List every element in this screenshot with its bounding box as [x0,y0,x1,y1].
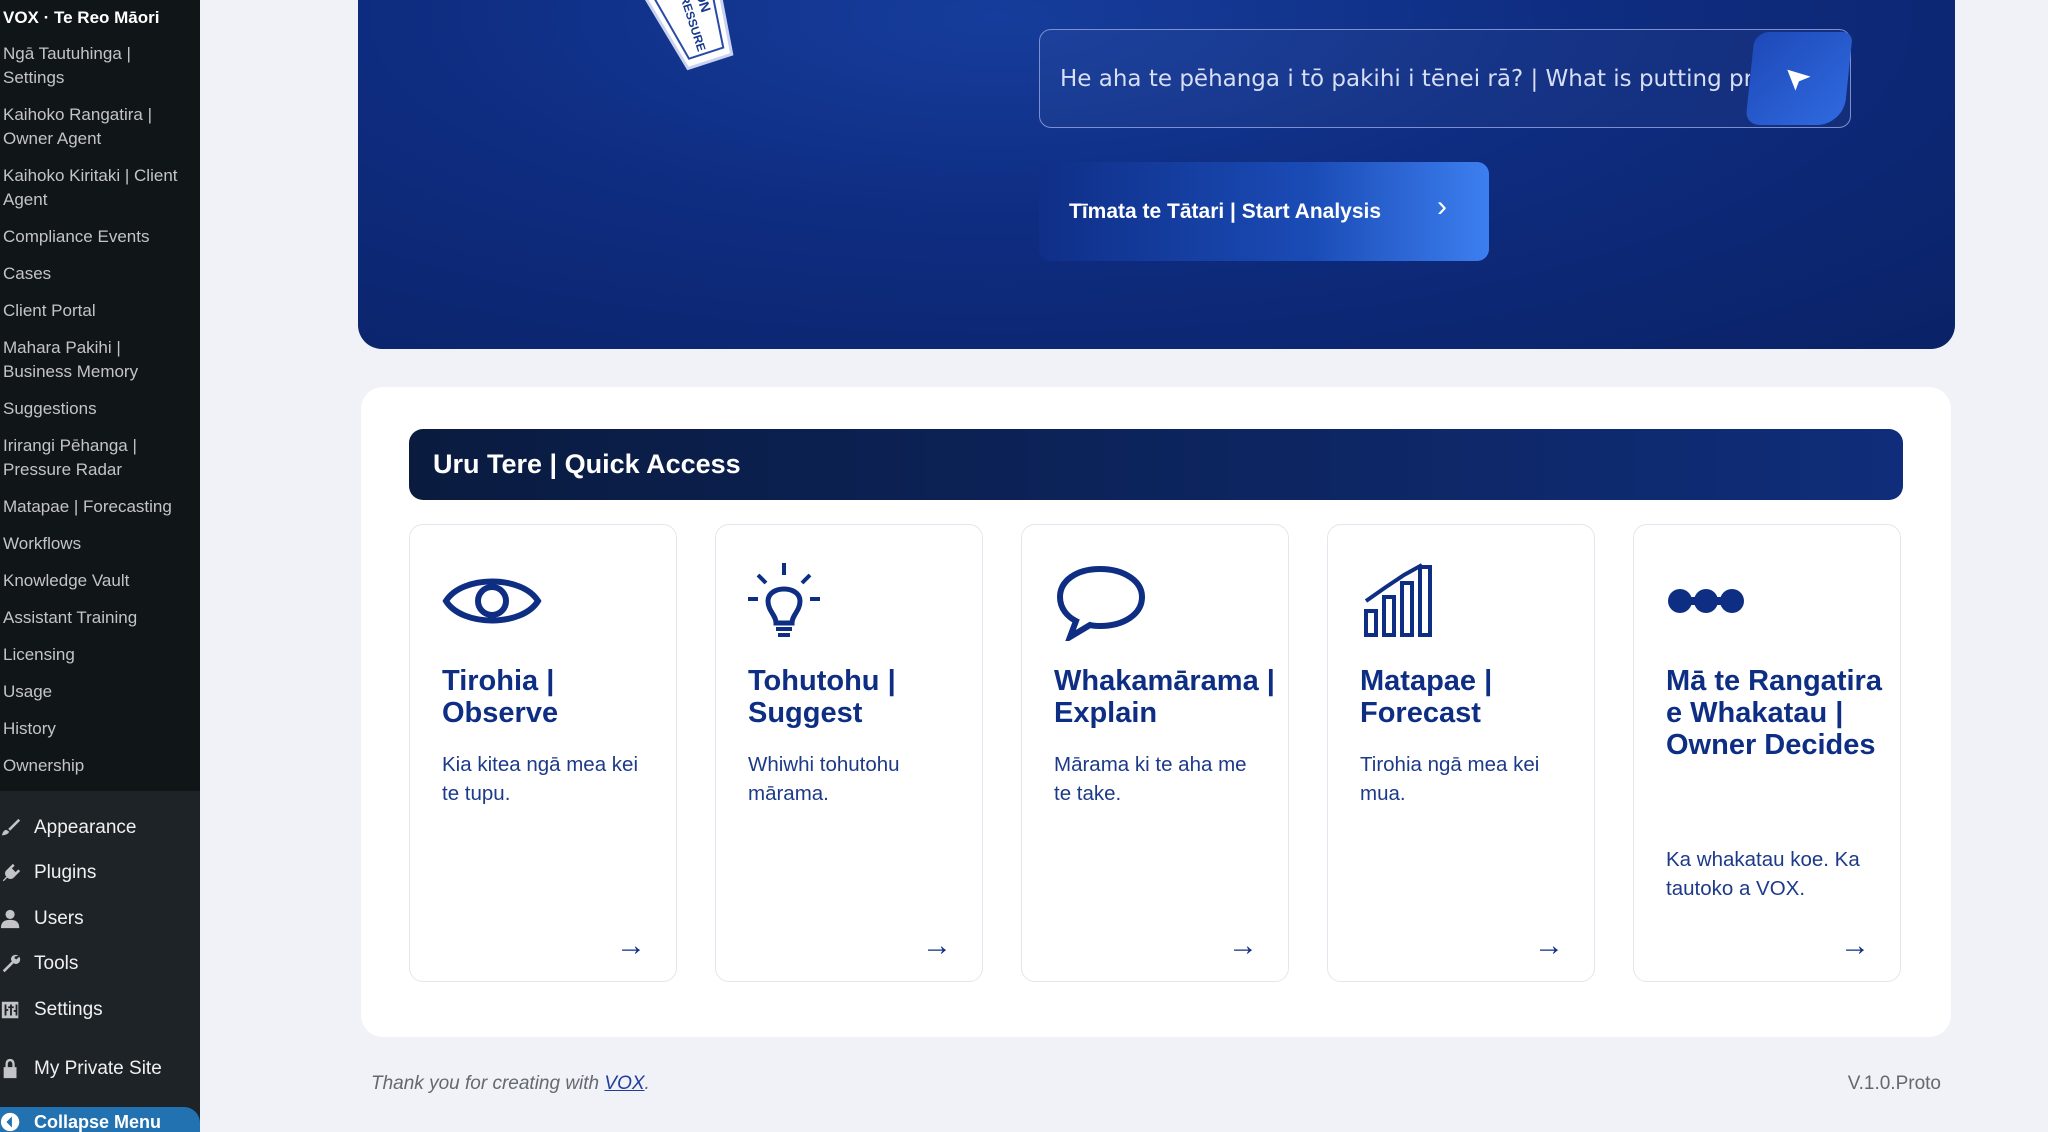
admin-sidebar: VOX · Te Reo Māori Ngā Tautuhinga | Sett… [0,0,200,1132]
card-observe[interactable]: Tirohia | Observe Kia kitea ngā mea kei … [409,524,677,982]
sidebar-item-business-memory[interactable]: Mahara Pakihi | Business Memory [0,330,200,391]
sidebar-item-knowledge-vault[interactable]: Knowledge Vault [0,563,200,600]
card-title: Tohutohu | Suggest [748,665,896,729]
lock-icon [0,1058,34,1080]
arrow-right-icon[interactable]: → [1534,929,1564,963]
paintbrush-icon [0,817,34,839]
pressure-prompt-box [1039,29,1853,128]
sidebar-item-pressure-radar[interactable]: Irirangi Pēhanga | Pressure Radar [0,428,200,489]
sidebar-item-compliance-events[interactable]: Compliance Events [0,219,200,256]
menu-users-label: Users [34,907,84,929]
card-explain[interactable]: Whakamārama | Explain Mārama ki te aha m… [1021,524,1289,982]
settings-sliders-icon [0,999,34,1021]
menu-settings[interactable]: Settings [0,987,200,1033]
arrow-right-icon[interactable]: → [616,929,646,963]
card-title: Whakamārama | Explain [1054,665,1275,729]
card-description: Mārama ki te aha me te take. [1054,753,1247,805]
card-description: Tirohia ngā mea kei mua. [1360,753,1540,805]
hero-banner: NION R PRESSURE Tīmata te Tātari | Start… [358,0,1955,349]
sidebar-item-usage[interactable]: Usage [0,674,200,711]
card-description: Ka whakatau koe. Ka tautoko a VOX. [1666,848,1860,900]
card-owner-decides[interactable]: Mā te Rangatira e Whakatau | Owner Decid… [1633,524,1901,982]
user-icon [0,908,34,930]
card-title: Tirohia | Observe [442,665,559,729]
card-suggest[interactable]: Tohutohu | Suggest Whiwhi tohutohu māram… [715,524,983,982]
collapse-menu-label: Collapse Menu [34,1111,162,1132]
sidebar-item-history[interactable]: History [0,711,200,748]
arrow-right-icon[interactable]: → [1228,929,1258,963]
pressure-prompt-input[interactable] [1060,65,1750,92]
footer-vox-link[interactable]: VOX [604,1073,644,1094]
menu-private-site[interactable]: My Private Site [0,1047,200,1093]
card-description: Kia kitea ngā mea kei te tupu. [442,753,639,805]
collapse-menu-button[interactable]: Collapse Menu [0,1107,200,1132]
plug-icon [0,862,34,884]
footer-thanks: Thank you for creating with VOX. [371,1073,650,1095]
speech-bubble-icon [1056,565,1146,641]
menu-tools-label: Tools [34,953,79,975]
menu-plugins[interactable]: Plugins [0,851,200,897]
menu-appearance-label: Appearance [34,816,137,838]
sidebar-item-ownership[interactable]: Ownership [0,748,200,785]
start-analysis-button[interactable]: Tīmata te Tātari | Start Analysis › [1039,162,1489,261]
sidebar-item-client-agent[interactable]: Kaihoko Kiritaki | Client Agent [0,158,200,219]
footer-thanks-suffix: . [644,1073,650,1094]
sidebar-item-settings[interactable]: Ngā Tautuhinga | Settings [0,36,200,97]
arrow-right-icon[interactable]: → [922,929,952,963]
start-analysis-label: Tīmata te Tātari | Start Analysis [1069,199,1382,223]
menu-settings-label: Settings [34,998,103,1020]
card-title: Matapae | Forecast [1360,665,1493,729]
dots-icon [1668,589,1744,613]
menu-users[interactable]: Users [0,896,200,942]
vox-submenu: VOX · Te Reo Māori Ngā Tautuhinga | Sett… [0,0,200,791]
sidebar-item-client-portal[interactable]: Client Portal [0,293,200,330]
bar-chart-icon [1364,563,1432,637]
version-label: V.1.0.Proto [1847,1073,1941,1094]
sidebar-item-licensing[interactable]: Licensing [0,637,200,674]
sidebar-item-owner-agent[interactable]: Kaihoko Rangatira | Owner Agent [0,97,200,158]
collapse-arrow-icon [0,1111,34,1132]
eye-icon [442,578,542,624]
wrench-icon [0,953,34,975]
lightbulb-icon [748,563,820,637]
submenu-head[interactable]: VOX · Te Reo Māori [0,0,200,36]
sidebar-item-cases[interactable]: Cases [0,256,200,293]
sidebar-item-suggestions[interactable]: Suggestions [0,391,200,428]
send-button[interactable] [1745,32,1853,125]
quick-access-title: Uru Tere | Quick Access [409,429,1903,500]
chevron-right-icon: › [1437,190,1447,223]
sidebar-item-forecasting[interactable]: Matapae | Forecasting [0,489,200,526]
quick-access-panel: Uru Tere | Quick Access Tirohia | Observ… [361,387,1951,1037]
menu-tools[interactable]: Tools [0,942,200,988]
card-description: Whiwhi tohutohu mārama. [748,753,900,805]
card-forecast[interactable]: Matapae | Forecast Tirohia ngā mea kei m… [1327,524,1595,982]
send-icon [1787,69,1811,91]
arrow-right-icon[interactable]: → [1840,929,1870,963]
pressure-sticker-icon: NION R PRESSURE [635,0,734,71]
menu-plugins-label: Plugins [34,862,97,884]
menu-private-site-label: My Private Site [34,1058,162,1080]
footer-thanks-prefix: Thank you for creating with [371,1073,605,1094]
sidebar-item-assistant-training[interactable]: Assistant Training [0,600,200,637]
menu-appearance[interactable]: Appearance [0,805,200,851]
card-title: Mā te Rangatira e Whakatau | Owner Decid… [1666,665,1882,761]
sidebar-item-workflows[interactable]: Workflows [0,526,200,563]
